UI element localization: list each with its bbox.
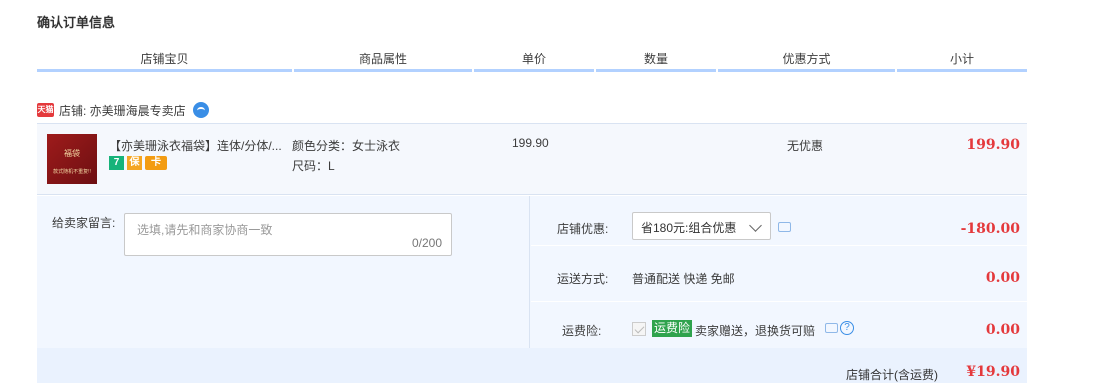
column-header-unit-price: 单价 xyxy=(474,50,594,72)
message-textarea[interactable]: 选填,请先和商家协商一致 0/200 xyxy=(124,213,452,256)
wangwang-chat-icon[interactable] xyxy=(192,102,209,118)
order-options-panel: 给卖家留言: 选填,请先和商家协商一致 0/200 店铺优惠: 省180元:组合… xyxy=(37,196,1027,383)
column-header-quantity: 数量 xyxy=(596,50,716,72)
attribute-color: 颜色分类：女士泳衣 xyxy=(292,139,401,153)
column-header-attributes: 商品属性 xyxy=(294,50,472,72)
page-title: 确认订单信息 xyxy=(37,15,116,30)
shipping-method-value: 普通配送 快递 免邮 xyxy=(632,272,735,286)
thumbnail-title: 福袋 xyxy=(64,149,80,158)
shop-row: 天猫 店铺: 亦美珊海晨专卖店 xyxy=(37,100,209,120)
insurance-description: 卖家赠送，退换货可赔 xyxy=(695,324,816,338)
product-name-link[interactable]: 【亦美珊泳衣福袋】连体/分体/... xyxy=(109,137,284,154)
shipping-row: 运送方式: 0.00 xyxy=(531,252,1027,302)
attribute-size: 尺码：L xyxy=(292,159,335,173)
discount-method: 无优惠 xyxy=(787,139,824,153)
insurance-amount: 0.00 xyxy=(985,322,1020,338)
chevron-down-icon xyxy=(749,219,762,232)
credit-card-icon[interactable]: 卡 xyxy=(145,156,167,170)
shipping-label: 运送方式: xyxy=(557,272,609,286)
insurance-badge: 运费险 xyxy=(652,320,693,337)
seven-day-return-icon[interactable]: 7 xyxy=(109,156,124,170)
insurance-label: 运费险: xyxy=(562,324,602,338)
help-question-icon[interactable]: ? xyxy=(840,321,854,335)
comment-icon[interactable] xyxy=(825,323,838,333)
shop-discount-label: 店铺优惠: xyxy=(557,222,609,236)
item-subtotal: 199.90 xyxy=(966,137,1020,153)
service-icons: 7 保 卡 xyxy=(109,156,167,170)
guarantee-icon[interactable]: 保 xyxy=(127,156,142,170)
message-placeholder: 选填,请先和商家协商一致 xyxy=(137,223,273,237)
message-label: 给卖家留言: xyxy=(52,216,116,230)
shop-total-value: ¥19.90 xyxy=(966,364,1020,380)
order-item-row: 福袋 款式随机不重复!! 【亦美珊泳衣福袋】连体/分体/... 7 保 卡 颜色… xyxy=(37,123,1027,195)
insurance-checkbox[interactable] xyxy=(632,322,646,336)
shop-discount-select[interactable]: 省180元:组合优惠 xyxy=(632,212,771,240)
column-header-shop-item: 店铺宝贝 xyxy=(37,50,292,72)
shop-discount-row: 店铺优惠: 省180元:组合优惠 -180.00 xyxy=(531,196,1027,246)
product-thumbnail[interactable]: 福袋 款式随机不重复!! xyxy=(47,134,97,184)
shop-discount-value: 省180元:组合优惠 xyxy=(641,221,737,235)
tmall-badge-icon: 天猫 xyxy=(37,103,54,117)
shop-total-row: 店铺合计(含运费) ¥19.90 xyxy=(37,348,1027,383)
shop-discount-amount: -180.00 xyxy=(960,221,1020,237)
shop-total-label: 店铺合计(含运费) xyxy=(846,368,938,382)
message-area: 给卖家留言: 选填,请先和商家协商一致 0/200 xyxy=(37,196,530,348)
comment-icon[interactable] xyxy=(778,222,791,232)
column-header-discount: 优惠方式 xyxy=(718,50,895,72)
unit-price: 199.90 xyxy=(512,136,549,150)
shop-name-link[interactable]: 店铺: 亦美珊海晨专卖店 xyxy=(59,102,186,119)
column-header-subtotal: 小计 xyxy=(897,50,1027,72)
thumbnail-subtitle: 款式随机不重复!! xyxy=(53,169,91,175)
shipping-amount: 0.00 xyxy=(985,270,1020,286)
message-counter: 0/200 xyxy=(411,236,442,250)
